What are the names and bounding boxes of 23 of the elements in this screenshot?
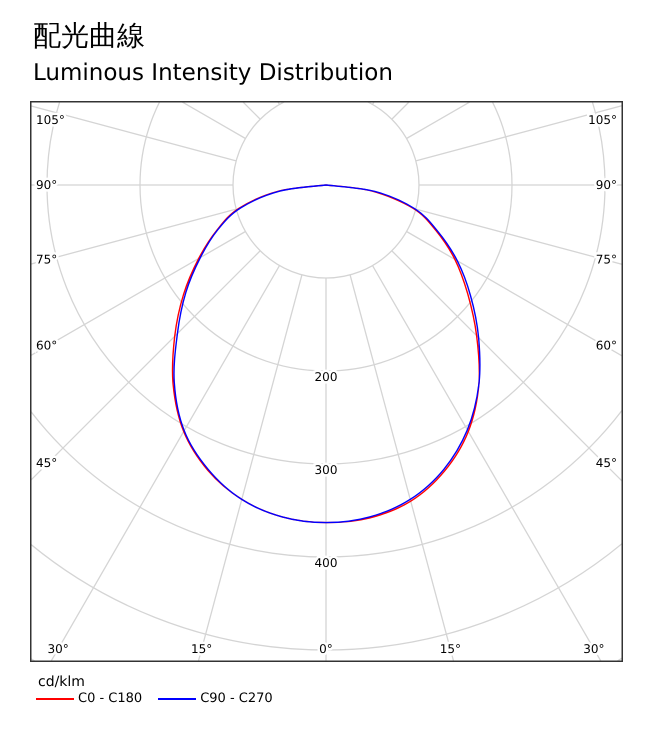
axis-label: 75°: [36, 252, 58, 266]
axis-label: 400: [314, 556, 338, 570]
axis-label: 60°: [596, 338, 617, 352]
axis-label: 30°: [47, 642, 69, 656]
unit-label: cd/klm: [38, 674, 85, 690]
axis-label: 105°: [588, 113, 617, 127]
axis-label: 75°: [596, 252, 617, 266]
axis-label: 200: [314, 370, 338, 384]
axis-label: 30°: [583, 642, 605, 656]
axis-label: 90°: [596, 178, 617, 192]
axis-label: 15°: [191, 642, 212, 656]
axis-label: 45°: [36, 456, 58, 470]
axis-label: 300: [314, 463, 338, 477]
axis-label: 105°: [36, 113, 65, 127]
chart-heading: 配光曲線: [33, 18, 145, 54]
legend-label: C90 - C270: [200, 691, 273, 707]
axis-label: 0°: [319, 642, 333, 656]
chart-subheading: Luminous Intensity Distribution: [33, 59, 393, 88]
legend-label: C0 - C180: [78, 691, 142, 707]
axis-label: 90°: [36, 178, 58, 192]
axis-label: 60°: [36, 338, 58, 352]
axis-label: 45°: [596, 456, 617, 470]
axis-label: 15°: [440, 642, 461, 656]
